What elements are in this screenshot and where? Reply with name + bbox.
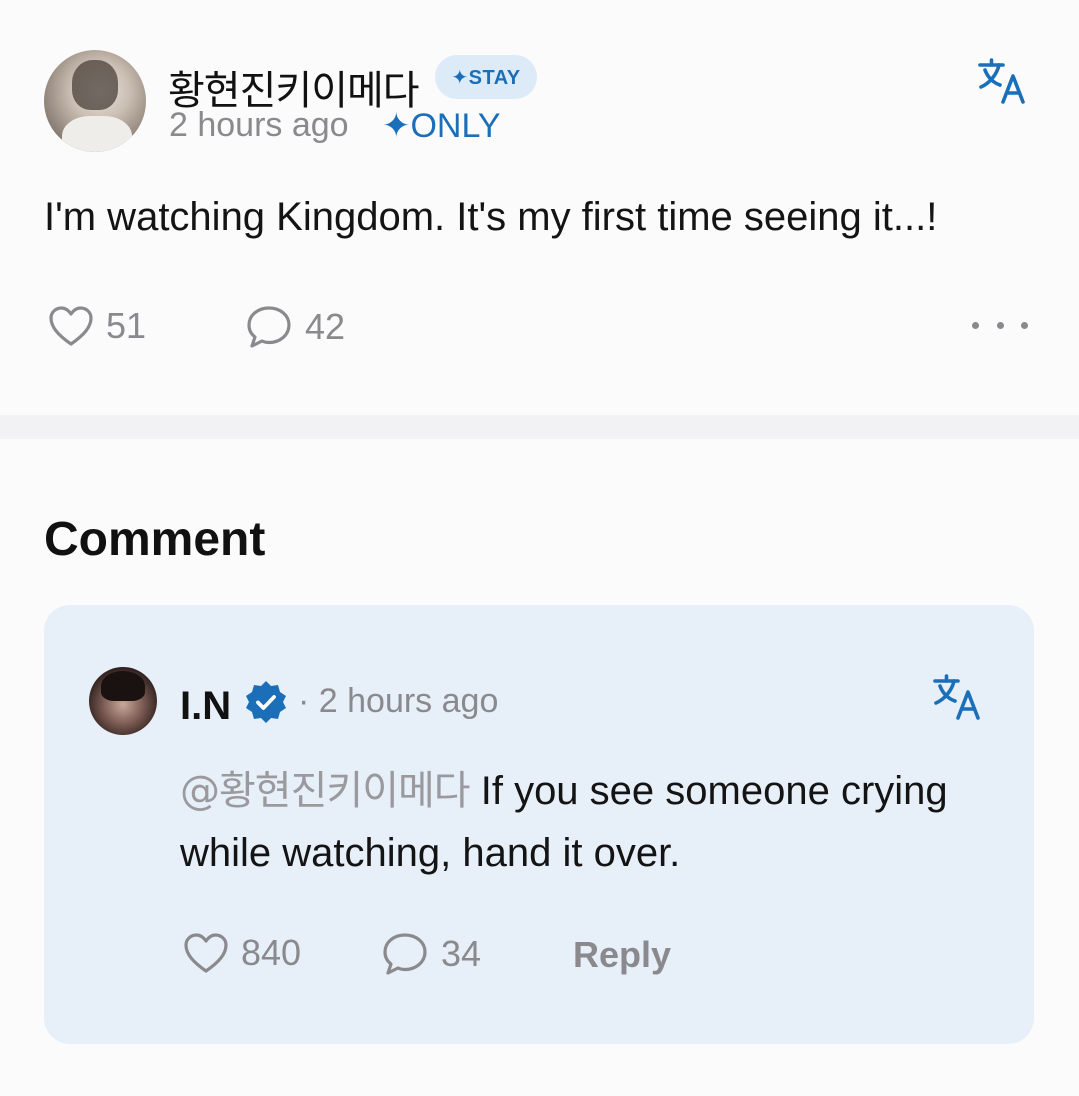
translate-icon <box>933 674 980 720</box>
more-dots-icon <box>996 321 1004 329</box>
commenter-name[interactable]: I.N <box>180 684 231 729</box>
stay-badge: ✦STAY <box>435 55 537 99</box>
more-dots-icon <box>972 321 979 329</box>
comment-reply-count: 34 <box>441 933 482 974</box>
comment-body: @황현진키이메다 If you see someone crying while… <box>180 760 1000 884</box>
comment-bubble-icon <box>383 933 427 975</box>
post: 황현진키이메다 ✦STAY 2 hours ago ✦ONLY I'm watc… <box>0 0 1079 415</box>
comment-timestamp: · 2 hours ago <box>298 682 499 720</box>
comments-heading: Comment <box>44 513 266 566</box>
verified-badge-icon <box>246 681 286 723</box>
author-avatar[interactable] <box>44 50 146 152</box>
more-options-button[interactable] <box>972 310 1028 340</box>
reply-button[interactable]: Reply <box>573 934 671 976</box>
translate-button[interactable] <box>976 56 1028 108</box>
comment-bubble-icon <box>247 306 291 348</box>
like-button[interactable]: 51 <box>48 305 146 347</box>
comment-like-count: 840 <box>241 932 302 973</box>
translate-icon <box>978 58 1025 104</box>
like-count: 51 <box>106 305 147 346</box>
more-dots-icon <box>1021 321 1028 329</box>
post-timestamp: 2 hours ago <box>169 106 349 144</box>
heart-icon <box>184 933 228 973</box>
section-divider <box>0 415 1079 439</box>
post-body: I'm watching Kingdom. It's my first time… <box>44 195 938 239</box>
comment-replies-button[interactable]: 34 <box>381 931 481 977</box>
comment-like-button[interactable]: 840 <box>183 932 301 974</box>
heart-icon <box>49 306 93 346</box>
comment-button[interactable]: 42 <box>245 304 345 350</box>
comment-translate-button[interactable] <box>931 672 983 724</box>
mention-link[interactable]: @황현진키이메다 <box>180 768 471 814</box>
commenter-avatar[interactable] <box>89 667 157 735</box>
only-tag: ✦ONLY <box>382 107 501 145</box>
post-detail-page: 황현진키이메다 ✦STAY 2 hours ago ✦ONLY I'm watc… <box>0 0 1079 1096</box>
comment-count: 42 <box>305 306 346 347</box>
